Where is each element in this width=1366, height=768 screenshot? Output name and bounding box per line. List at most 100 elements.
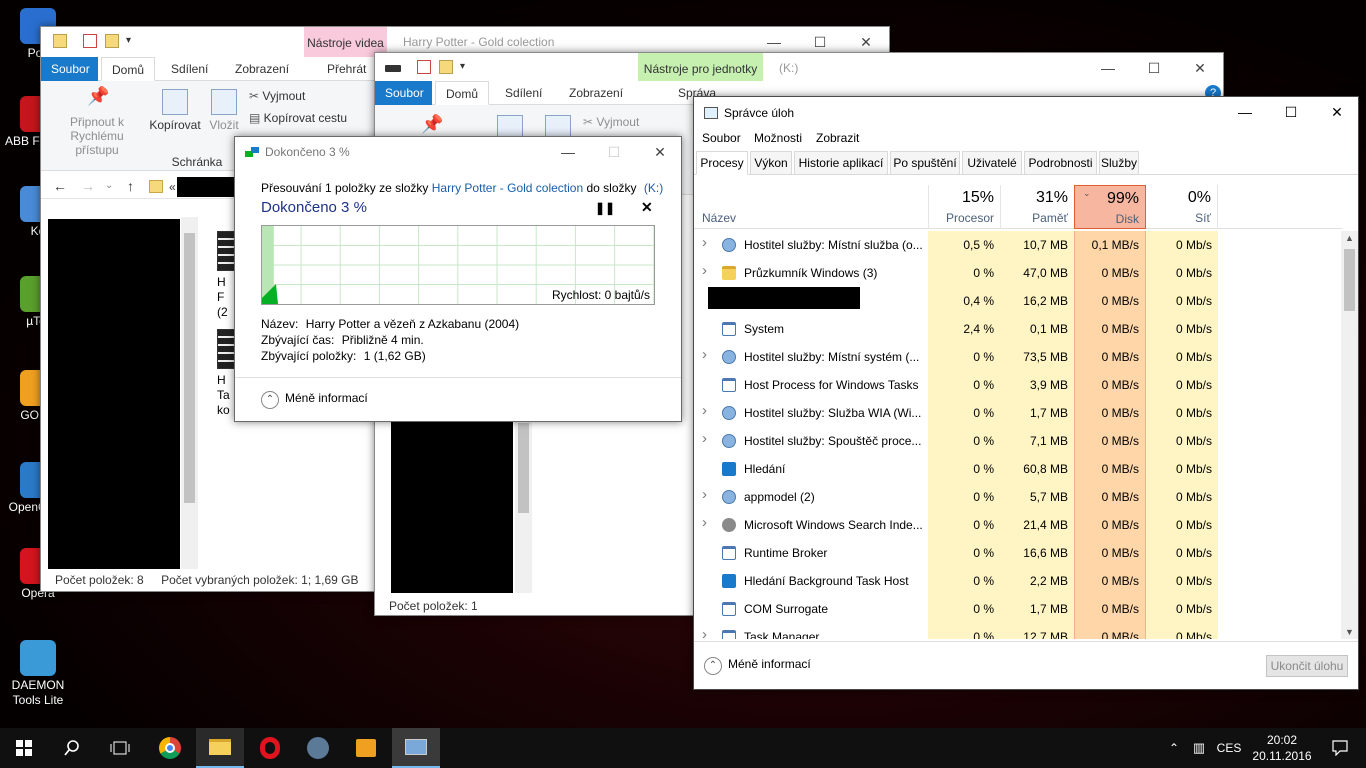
tab-view[interactable]: Zobrazení xyxy=(559,81,633,105)
tab-share[interactable]: Sdílení xyxy=(495,81,552,105)
qat-newfolder-icon[interactable] xyxy=(439,60,453,74)
expand-chevron-icon[interactable]: › xyxy=(702,402,707,419)
tab-4[interactable]: Uživatelé xyxy=(962,151,1022,175)
paste-button[interactable]: Vložit xyxy=(203,89,245,132)
address-path[interactable]: « xyxy=(169,180,176,194)
minimize-button[interactable]: — xyxy=(1085,53,1131,83)
process-list-scrollbar[interactable]: ▲ ▼ xyxy=(1341,231,1358,639)
nav-scroll-thumb[interactable] xyxy=(184,233,195,503)
menu-item[interactable]: Možnosti xyxy=(754,131,802,145)
tab-file[interactable]: Soubor xyxy=(41,57,98,81)
nav-scroll-thumb[interactable] xyxy=(518,423,529,513)
expand-chevron-icon[interactable]: › xyxy=(702,262,707,279)
process-row[interactable]: › Průzkumník Windows (3) 0 % 47,0 MB 0 MB/s 0… xyxy=(694,259,1334,287)
task-manager-window[interactable]: Správce úloh — ☐ ✕ Soubor Možnosti Zobrazi… xyxy=(693,96,1359,690)
tab-0[interactable]: Procesy xyxy=(696,151,748,175)
process-row[interactable]: › Hostitel služby: Místní systém (... 0 % 7… xyxy=(694,343,1334,371)
column-network[interactable]: 0% Síť xyxy=(1146,185,1218,229)
pin-icon[interactable]: 📌 xyxy=(421,115,443,133)
process-row[interactable]: › Task Manager 0 % 12,7 MB 0 MB/s 0 Mb/s xyxy=(694,623,1334,639)
maximize-button[interactable]: ☐ xyxy=(1131,53,1177,83)
tab-2[interactable]: Historie aplikací xyxy=(794,151,888,175)
maximize-button[interactable]: ☐ xyxy=(591,137,637,167)
pin-button[interactable]: 📌 Připnout k Rychlému přístupu xyxy=(47,87,147,157)
nav-pane-scrollbar[interactable] xyxy=(515,419,532,593)
copy-path-button[interactable]: ▤ Kopírovat cestu xyxy=(249,111,347,125)
forward-arrow-icon[interactable]: → xyxy=(81,178,95,194)
column-name[interactable]: Název xyxy=(702,211,736,225)
opera-taskbar-button[interactable] xyxy=(246,728,294,768)
column-memory[interactable]: 31% Paměť xyxy=(1000,185,1074,229)
close-button[interactable]: ✕ xyxy=(1177,53,1223,83)
tab-3[interactable]: Po spuštění xyxy=(890,151,960,175)
menu-item[interactable]: Zobrazit xyxy=(816,131,859,145)
dest-folder-link[interactable]: (K:) xyxy=(644,181,663,195)
tab-file[interactable]: Soubor xyxy=(375,81,432,105)
process-row[interactable]: System 2,4 % 0,1 MB 0 MB/s 0 Mb/s xyxy=(694,315,1334,343)
search-button[interactable] xyxy=(48,728,96,768)
cancel-button[interactable]: ✕ xyxy=(641,199,653,216)
less-info-button[interactable]: ⌃ Méně informací xyxy=(704,657,811,675)
media-player-taskbar-button[interactable] xyxy=(342,728,390,768)
copy-progress-dialog[interactable]: Dokončeno 3 % — ☐ ✕ Přesouvání 1 položky… xyxy=(234,136,682,422)
process-row[interactable]: Host Process for Windows Tasks 0 % 3,9 MB 0… xyxy=(694,371,1334,399)
network-icon[interactable]: ▥ xyxy=(1186,728,1212,768)
expand-chevron-icon[interactable]: › xyxy=(702,486,707,503)
process-row[interactable]: COM Surrogate 0 % 1,7 MB 0 MB/s 0 Mb/s xyxy=(694,595,1334,623)
up-arrow-icon[interactable]: ↑ xyxy=(127,178,134,194)
tab-5[interactable]: Podrobnosti xyxy=(1024,151,1097,175)
qat-dropdown-icon[interactable]: ▾ xyxy=(126,35,131,46)
language-indicator[interactable]: CES xyxy=(1210,728,1248,768)
process-row[interactable]: › Hostitel služby: Místní služba (o... 0,5… xyxy=(694,231,1334,259)
end-task-button[interactable]: Ukončit úlohu xyxy=(1266,655,1348,677)
close-button[interactable]: ✕ xyxy=(637,137,681,167)
tab-home[interactable]: Domů xyxy=(101,57,156,81)
menu-item[interactable]: Soubor xyxy=(702,131,741,145)
chrome-taskbar-button[interactable] xyxy=(146,728,194,768)
less-info-button[interactable]: ⌃ Méně informací xyxy=(261,391,368,409)
minimize-button[interactable]: — xyxy=(545,137,591,167)
clock[interactable]: 20:02 20.11.2016 xyxy=(1250,732,1314,764)
tab-6[interactable]: Služby xyxy=(1099,151,1139,175)
task-view-button[interactable] xyxy=(96,728,144,768)
pause-button[interactable]: ❚❚ xyxy=(595,201,615,215)
task-manager-taskbar-button[interactable] xyxy=(392,728,440,768)
process-row[interactable]: › appmodel (2) 0 % 5,7 MB 0 MB/s 0 Mb/s xyxy=(694,483,1334,511)
back-arrow-icon[interactable]: ← xyxy=(53,178,67,194)
action-center-button[interactable] xyxy=(1316,728,1364,768)
qat-dropdown-icon[interactable]: ▾ xyxy=(460,61,465,72)
expand-chevron-icon[interactable]: › xyxy=(702,626,707,639)
column-cpu[interactable]: 15% Procesor xyxy=(928,185,1000,229)
cut-button[interactable]: ✂ Vyjmout xyxy=(583,115,639,129)
close-button[interactable]: ✕ xyxy=(1314,97,1358,127)
expand-chevron-icon[interactable]: › xyxy=(702,514,707,531)
scroll-thumb[interactable] xyxy=(1344,249,1355,311)
expand-chevron-icon[interactable]: › xyxy=(702,430,707,447)
qat-drive-icon[interactable] xyxy=(385,65,401,72)
explorer2-titlebar[interactable]: ▾ Nástroje pro jednotky (K:) — ☐ ✕ xyxy=(375,53,1223,83)
process-row[interactable]: › Microsoft Windows Search Inde... 0 % 21,4… xyxy=(694,511,1334,539)
copy-button[interactable]: Kopírovat xyxy=(145,89,205,132)
tab-1[interactable]: Výkon xyxy=(750,151,792,175)
tab-share[interactable]: Sdílení xyxy=(161,57,218,81)
nav-pane-scrollbar[interactable] xyxy=(181,217,198,569)
tab-play[interactable]: Přehrát xyxy=(317,57,376,81)
process-row[interactable]: Hledání 0 % 60,8 MB 0 MB/s 0 Mb/s xyxy=(694,455,1334,483)
explorer-taskbar-button[interactable] xyxy=(196,728,244,768)
process-row[interactable]: Hledání Background Task Host 0 % 2,2 MB 0 M… xyxy=(694,567,1334,595)
context-tab-drive[interactable]: Nástroje pro jednotky xyxy=(638,53,763,83)
scroll-up-icon[interactable]: ▲ xyxy=(1345,233,1354,243)
expand-chevron-icon[interactable]: › xyxy=(702,346,707,363)
maximize-button[interactable]: ☐ xyxy=(1268,97,1314,127)
show-hidden-icons-button[interactable]: ⌃ xyxy=(1162,728,1186,768)
steam-taskbar-button[interactable] xyxy=(294,728,342,768)
qat-properties-icon[interactable] xyxy=(417,60,431,74)
scroll-down-icon[interactable]: ▼ xyxy=(1345,627,1354,637)
cut-button[interactable]: ✂ Vyjmout xyxy=(249,89,305,103)
qat-folder-icon[interactable] xyxy=(53,34,67,48)
column-disk[interactable]: ⌄ 99% Disk xyxy=(1074,185,1146,229)
minimize-button[interactable]: — xyxy=(1222,97,1268,127)
tab-home[interactable]: Domů xyxy=(435,81,490,105)
desktop-icon[interactable]: DAEMON Tools Lite xyxy=(0,640,76,708)
start-button[interactable] xyxy=(0,728,48,768)
